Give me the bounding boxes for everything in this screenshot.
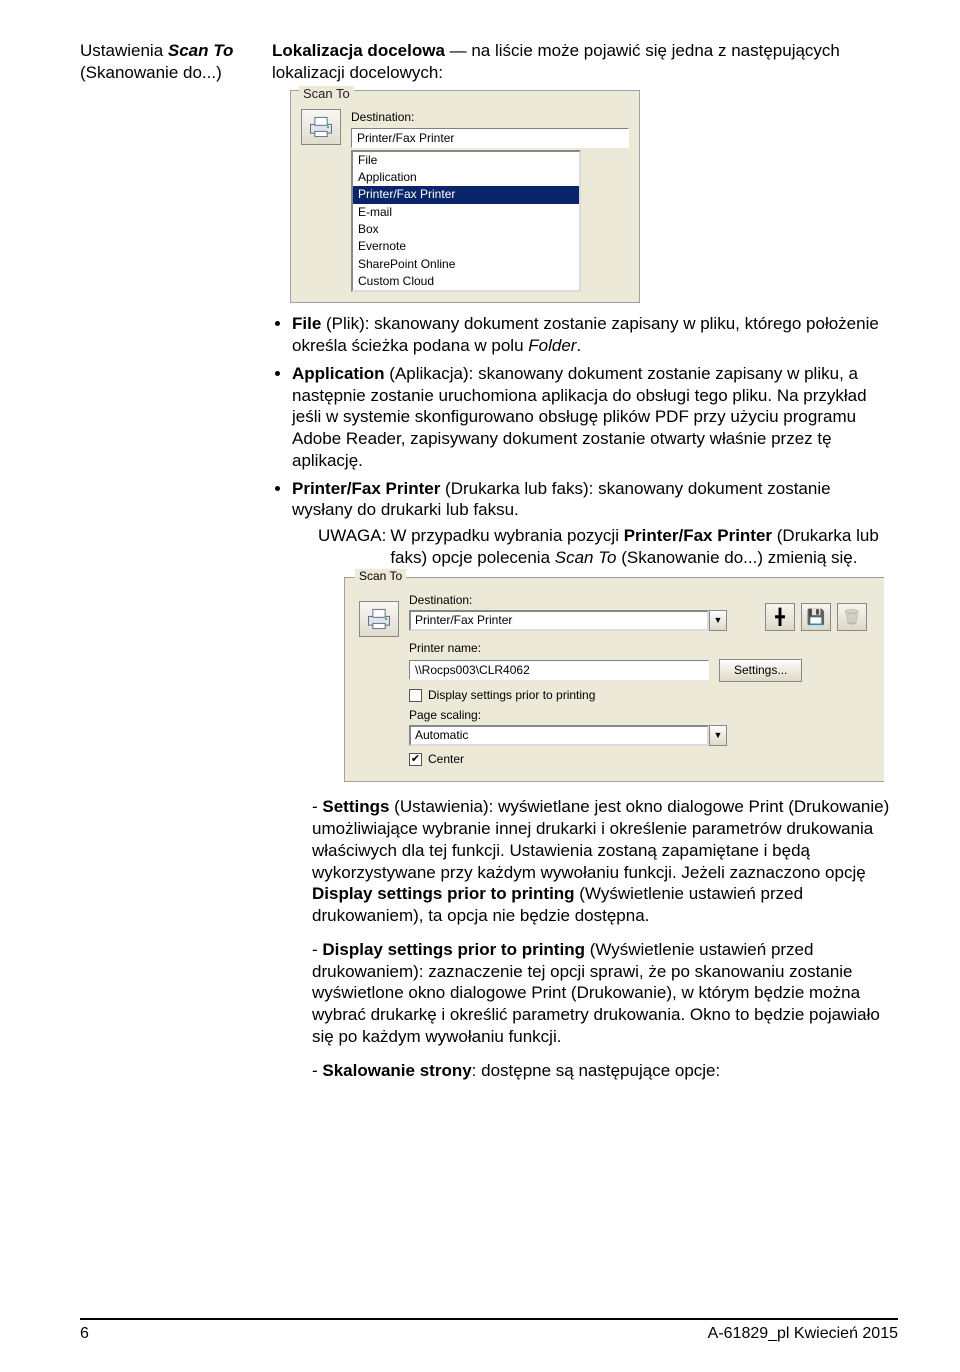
dropdown-arrow-icon[interactable]: ▼ [709, 610, 727, 631]
s1-rest: (Ustawienia): wyświetlane jest okno dial… [312, 797, 889, 881]
scan-to-groupbox-expanded: Scan To Destination: Printer/Fax Printer [344, 577, 884, 783]
page-scaling-dropdown[interactable]: Automatic [409, 725, 709, 746]
delete-button[interactable]: 🗑 [837, 603, 867, 631]
display-prior-label: Display settings prior to printing [428, 688, 595, 703]
b1-italic: Folder [528, 336, 576, 355]
doc-id-date: A-61829_pl Kwiecień 2015 [708, 1324, 898, 1344]
add-button[interactable]: ╋ [765, 603, 795, 631]
s2-bold: Display settings prior to printing [322, 940, 585, 959]
page-number: 6 [80, 1324, 89, 1344]
page-scaling-label: Page scaling: [409, 708, 884, 723]
note-c: (Skanowanie do...) zmienią się. [617, 548, 858, 567]
s1-bold2: Display settings prior to printing [312, 884, 575, 903]
sub-skalowanie: Skalowanie strony: dostępne są następują… [312, 1060, 892, 1082]
list-item[interactable]: Box [353, 221, 579, 238]
note-body: W przypadku wybrania pozycji Printer/Fax… [390, 525, 892, 569]
s3-rest: : dostępne są następujące opcje: [472, 1061, 721, 1080]
section-heading-left: Ustawienia Scan To (Skanowanie do...) [80, 40, 258, 1093]
printer-name-label: Printer name: [409, 641, 884, 656]
center-label: Center [428, 752, 464, 767]
display-prior-checkbox[interactable] [409, 689, 422, 702]
plus-icon: ╋ [775, 608, 784, 627]
b1-bold: File [292, 314, 321, 333]
intro-bold: Lokalizacja docelowa [272, 41, 445, 60]
trash-icon: 🗑 [842, 608, 861, 627]
heading-italic: Scan To [168, 41, 234, 60]
intro-paragraph: Lokalizacja docelowa — na liście może po… [272, 40, 892, 84]
settings-button[interactable]: Settings... [719, 659, 802, 682]
sub-settings: Settings (Ustawienia): wyświetlane jest … [312, 796, 892, 927]
sub-bullet-list: Settings (Ustawienia): wyświetlane jest … [312, 796, 892, 1081]
scan-to-groupbox: Scan To Destination: Printer/Fax Printer… [290, 90, 640, 304]
scan-to-legend2: Scan To [355, 569, 406, 584]
floppy-icon: 💾 [807, 608, 826, 627]
list-item[interactable]: Evernote [353, 238, 579, 255]
note-label: UWAGA: [318, 525, 386, 569]
bullet-application: Application (Aplikacja): skanowany dokum… [292, 363, 892, 472]
dropdown-arrow-icon[interactable]: ▼ [709, 725, 727, 746]
list-item[interactable]: Application [353, 169, 579, 186]
destination-dropdown[interactable]: Printer/Fax Printer [409, 610, 709, 631]
b2-bold: Application [292, 364, 385, 383]
note-block: UWAGA: W przypadku wybrania pozycji Prin… [318, 525, 892, 569]
b1-end: . [576, 336, 581, 355]
bullet-file: File (Plik): skanowany dokument zostanie… [292, 313, 892, 357]
heading-part2: (Skanowanie do...) [80, 63, 222, 82]
s1-bold: Settings [322, 797, 389, 816]
printer-name-field: \\Rocps003\CLR4062 [409, 660, 709, 680]
save-button[interactable]: 💾 [801, 603, 831, 631]
printer-icon [359, 601, 399, 637]
note-bold: Printer/Fax Printer [624, 526, 772, 545]
destination-label: Destination: [351, 110, 629, 125]
b3-bold: Printer/Fax Printer [292, 479, 440, 498]
destination-label2: Destination: [409, 593, 749, 608]
bullet-list: File (Plik): skanowany dokument zostanie… [292, 313, 892, 1081]
list-item[interactable]: File [353, 152, 579, 169]
list-item[interactable]: SharePoint Online [353, 256, 579, 273]
scan-to-legend: Scan To [299, 86, 354, 103]
b1-rest: (Plik): skanowany dokument zostanie zapi… [292, 314, 879, 355]
note-a: W przypadku wybrania pozycji [390, 526, 623, 545]
note-italic: Scan To [555, 548, 617, 567]
list-item[interactable]: E-mail [353, 204, 579, 221]
center-checkbox[interactable]: ✔ [409, 753, 422, 766]
destination-listbox[interactable]: File Application Printer/Fax Printer E-m… [351, 150, 581, 293]
destination-value-field: Printer/Fax Printer [351, 128, 629, 148]
heading-part1: Ustawienia [80, 41, 168, 60]
list-item-selected[interactable]: Printer/Fax Printer [353, 186, 579, 203]
printer-icon [301, 109, 341, 145]
list-item[interactable]: Custom Cloud [353, 273, 579, 290]
s3-bold: Skalowanie strony [322, 1061, 471, 1080]
sub-display-prior: Display settings prior to printing (Wyśw… [312, 939, 892, 1048]
bullet-printer-fax: Printer/Fax Printer (Drukarka lub faks):… [292, 478, 892, 1082]
